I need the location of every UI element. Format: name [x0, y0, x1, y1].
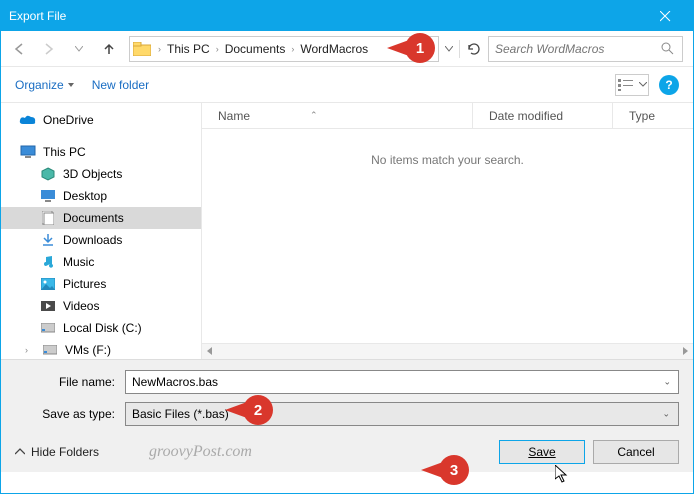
search-box[interactable]	[488, 36, 683, 62]
tree-localdisk[interactable]: Local Disk (C:)	[1, 317, 201, 339]
tree-thispc[interactable]: This PC	[1, 141, 201, 163]
back-button[interactable]	[5, 35, 33, 63]
chevron-right-icon: ›	[158, 44, 161, 54]
tree-music[interactable]: Music	[1, 251, 201, 273]
chevron-down-icon[interactable]: ⌄	[663, 377, 671, 388]
filename-label: File name:	[15, 375, 125, 389]
search-input[interactable]	[495, 42, 660, 56]
tree-label: This PC	[43, 145, 86, 159]
tree-3dobjects[interactable]: 3D Objects	[1, 163, 201, 185]
horizontal-scrollbar[interactable]	[202, 343, 693, 359]
list-view-icon	[618, 79, 636, 91]
tree-label: Downloads	[63, 233, 122, 247]
saveastype-value: Basic Files (*.bas)	[132, 407, 229, 421]
forward-button[interactable]	[35, 35, 63, 63]
drive-icon	[41, 342, 59, 358]
navbar: › This PC › Documents › WordMacros	[1, 31, 693, 67]
tree-documents[interactable]: Documents	[1, 207, 201, 229]
saveastype-label: Save as type:	[15, 407, 125, 421]
back-arrow-icon	[11, 41, 27, 57]
forward-arrow-icon	[41, 41, 57, 57]
breadcrumb-wordmacros[interactable]: WordMacros	[298, 42, 370, 56]
export-file-dialog: Export File › This PC › Documents › Word…	[0, 0, 694, 494]
hide-folders-label: Hide Folders	[31, 445, 99, 459]
pictures-icon	[39, 276, 57, 292]
chevron-right-icon: ›	[291, 44, 294, 54]
up-button[interactable]	[95, 35, 123, 63]
refresh-icon[interactable]	[466, 41, 482, 57]
cancel-button[interactable]: Cancel	[593, 440, 679, 464]
col-type[interactable]: Type	[613, 103, 693, 128]
column-headers: Name⌃ Date modified Type	[202, 103, 693, 129]
breadcrumb-thispc[interactable]: This PC	[165, 42, 212, 56]
toolbar: Organize New folder ?	[1, 67, 693, 103]
cube-icon	[39, 166, 57, 182]
tree-videos[interactable]: Videos	[1, 295, 201, 317]
drive-icon	[39, 320, 57, 336]
desktop-icon	[39, 188, 57, 204]
tree-label: Desktop	[63, 189, 107, 203]
up-arrow-icon	[101, 41, 117, 57]
tree-label: VMs (F:)	[65, 343, 111, 357]
videos-icon	[39, 298, 57, 314]
filename-input[interactable]	[125, 370, 679, 394]
help-button[interactable]: ?	[659, 75, 679, 95]
hide-folders-button[interactable]: Hide Folders	[15, 445, 99, 459]
separator	[459, 40, 460, 58]
chevron-down-icon: ⌄	[662, 409, 670, 420]
chevron-down-icon[interactable]	[445, 46, 453, 52]
refresh-group	[445, 40, 482, 58]
tree-desktop[interactable]: Desktop	[1, 185, 201, 207]
organize-button[interactable]: Organize	[15, 78, 74, 92]
callout-3: 3	[421, 455, 469, 485]
body-area: OneDrive This PC 3D Objects Desktop Docu…	[1, 103, 693, 359]
sort-indicator-icon: ⌃	[310, 110, 318, 121]
close-icon	[660, 11, 671, 22]
tree-label: Pictures	[63, 277, 106, 291]
view-options-button[interactable]	[615, 74, 649, 96]
tree-label: 3D Objects	[63, 167, 122, 181]
breadcrumb-documents[interactable]: Documents	[223, 42, 288, 56]
expand-icon[interactable]: ›	[25, 345, 35, 355]
save-button[interactable]: Save	[499, 440, 585, 464]
folder-icon	[132, 39, 152, 59]
recent-dropdown[interactable]	[65, 35, 93, 63]
callout-1: 1	[387, 33, 435, 63]
chevron-up-icon	[15, 448, 25, 456]
tree-onedrive[interactable]: OneDrive	[1, 109, 201, 131]
tree-label: OneDrive	[43, 113, 94, 127]
folder-tree[interactable]: OneDrive This PC 3D Objects Desktop Docu…	[1, 103, 201, 359]
pc-icon	[19, 144, 37, 160]
music-icon	[39, 254, 57, 270]
titlebar: Export File	[1, 1, 693, 31]
empty-message: No items match your search.	[202, 129, 693, 343]
saveastype-dropdown[interactable]: Basic Files (*.bas) ⌄	[125, 402, 679, 426]
col-date[interactable]: Date modified	[473, 103, 613, 128]
watermark: groovyPost.com	[149, 443, 252, 461]
download-icon	[39, 232, 57, 248]
tree-label: Videos	[63, 299, 99, 313]
close-button[interactable]	[645, 1, 685, 31]
cloud-icon	[19, 112, 37, 128]
chevron-down-icon	[639, 82, 647, 87]
tree-label: Music	[63, 255, 94, 269]
tree-pictures[interactable]: Pictures	[1, 273, 201, 295]
cursor-icon	[555, 465, 571, 485]
chevron-down-icon	[75, 46, 83, 52]
new-folder-button[interactable]: New folder	[92, 78, 149, 92]
tree-label: Local Disk (C:)	[63, 321, 142, 335]
tree-label: Documents	[63, 211, 124, 225]
col-name[interactable]: Name⌃	[202, 103, 473, 128]
bottom-panel: File name: ⌄ Save as type: Basic Files (…	[1, 359, 693, 472]
tree-downloads[interactable]: Downloads	[1, 229, 201, 251]
chevron-right-icon: ›	[216, 44, 219, 54]
tree-vms[interactable]: › VMs (F:)	[1, 339, 201, 359]
callout-2: 2	[225, 395, 273, 425]
documents-icon	[39, 210, 57, 226]
titlebar-text: Export File	[9, 9, 645, 23]
file-list: Name⌃ Date modified Type No items match …	[201, 103, 693, 359]
search-icon	[660, 41, 676, 57]
